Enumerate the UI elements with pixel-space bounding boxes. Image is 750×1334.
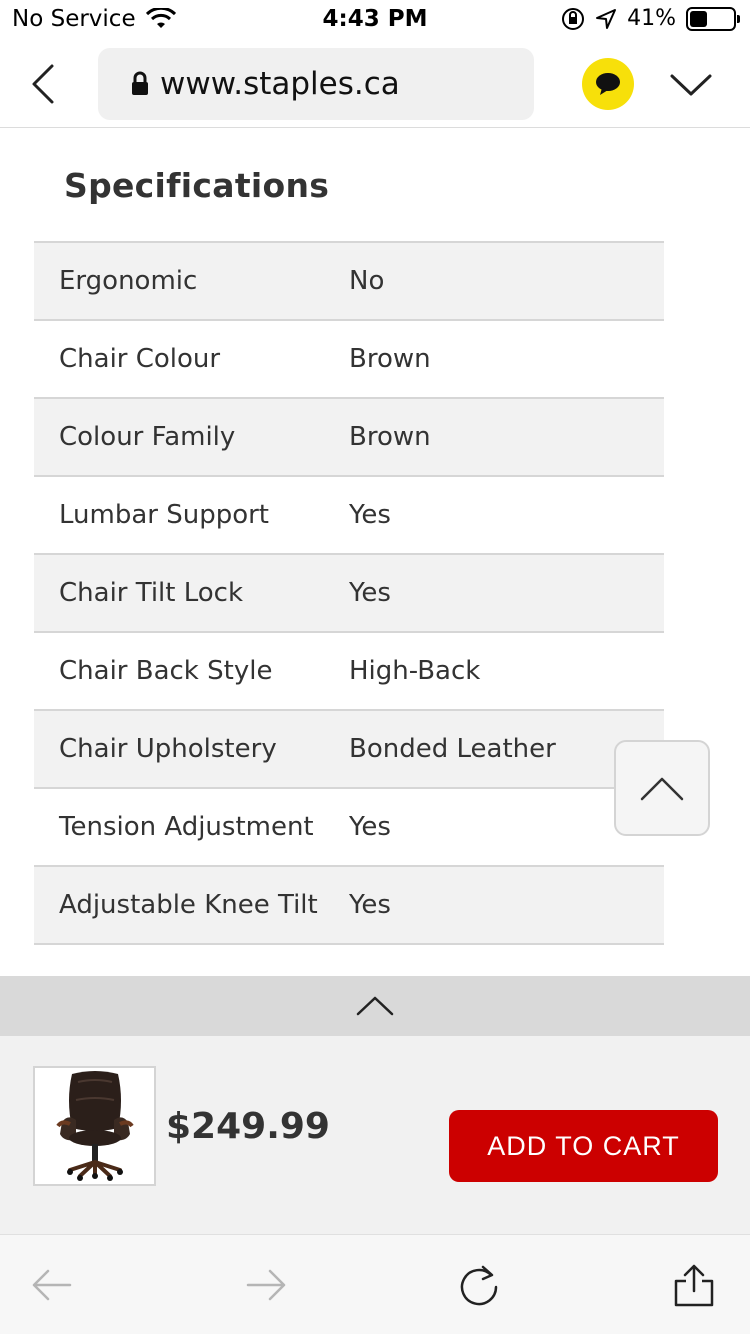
spec-row: Ergonomic No <box>34 243 664 321</box>
spec-label: Chair Tilt Lock <box>59 578 244 608</box>
spec-label: Chair Upholstery <box>59 734 277 764</box>
spec-row: Chair Colour Brown <box>34 321 664 399</box>
scroll-to-top-button[interactable] <box>614 740 710 836</box>
spec-row: Chair Upholstery Bonded Leather <box>34 711 664 789</box>
chevron-down-icon[interactable] <box>666 60 716 110</box>
spec-row: Chair Back Style High-Back <box>34 633 664 711</box>
product-bar: $249.99 ADD TO CART <box>0 1036 750 1234</box>
spec-row: Adjustable Knee Tilt Yes <box>34 867 664 945</box>
spec-value: Yes <box>349 890 391 920</box>
spec-row: Chair Tilt Lock Yes <box>34 555 664 633</box>
spec-row: Tension Adjustment Yes <box>34 789 664 867</box>
battery-icon <box>686 6 740 31</box>
drawer-handle[interactable] <box>0 976 750 1036</box>
back-chevron-icon[interactable] <box>22 58 66 110</box>
specifications-table: Ergonomic No Chair Colour Brown Colour Famil… <box>34 241 664 945</box>
status-right: 41% <box>561 6 740 31</box>
orientation-lock-icon <box>562 7 585 30</box>
spec-label: Lumbar Support <box>59 500 270 530</box>
browser-toolbar <box>0 1234 750 1334</box>
product-price: $249.99 <box>166 1106 330 1147</box>
chat-bubble-icon <box>596 73 620 95</box>
spec-value: Brown <box>349 422 431 452</box>
spec-label: Chair Back Style <box>59 656 273 686</box>
back-arrow-icon[interactable] <box>30 1263 74 1307</box>
spec-value: Brown <box>349 344 431 374</box>
spec-value: Yes <box>349 500 391 530</box>
spec-value: Yes <box>349 578 391 608</box>
location-arrow-icon <box>596 8 617 29</box>
share-icon[interactable] <box>672 1263 716 1307</box>
product-thumbnail[interactable] <box>33 1066 156 1186</box>
spec-label: Ergonomic <box>59 266 198 296</box>
spec-value: Bonded Leather <box>349 734 556 764</box>
chevron-up-icon <box>640 777 684 801</box>
specifications-title: Specifications <box>64 166 330 205</box>
spec-value: No <box>349 266 385 296</box>
battery-level <box>690 10 707 27</box>
browser-header: www.staples.ca <box>0 40 750 128</box>
reload-icon[interactable] <box>457 1263 501 1307</box>
spec-row: Lumbar Support Yes <box>34 477 664 555</box>
forward-arrow-icon[interactable] <box>244 1263 288 1307</box>
spec-label: Colour Family <box>59 422 236 452</box>
lock-icon <box>132 71 148 95</box>
spec-label: Chair Colour <box>59 344 221 374</box>
spec-label: Tension Adjustment <box>59 812 314 842</box>
spec-value: High-Back <box>349 656 481 686</box>
chevron-up-icon <box>356 996 394 1016</box>
battery-percent: 41% <box>627 6 676 31</box>
chat-icon[interactable] <box>582 58 634 110</box>
status-bar: No Service 4:43 PM 41% <box>0 0 750 40</box>
spec-value: Yes <box>349 812 391 842</box>
add-to-cart-button[interactable]: ADD TO CART <box>449 1110 718 1182</box>
url-bar[interactable]: www.staples.ca <box>98 48 534 120</box>
url-text: www.staples.ca <box>160 66 400 102</box>
spec-row: Colour Family Brown <box>34 399 664 477</box>
spec-label: Adjustable Knee Tilt <box>59 890 318 920</box>
office-chair-image <box>55 1071 134 1181</box>
